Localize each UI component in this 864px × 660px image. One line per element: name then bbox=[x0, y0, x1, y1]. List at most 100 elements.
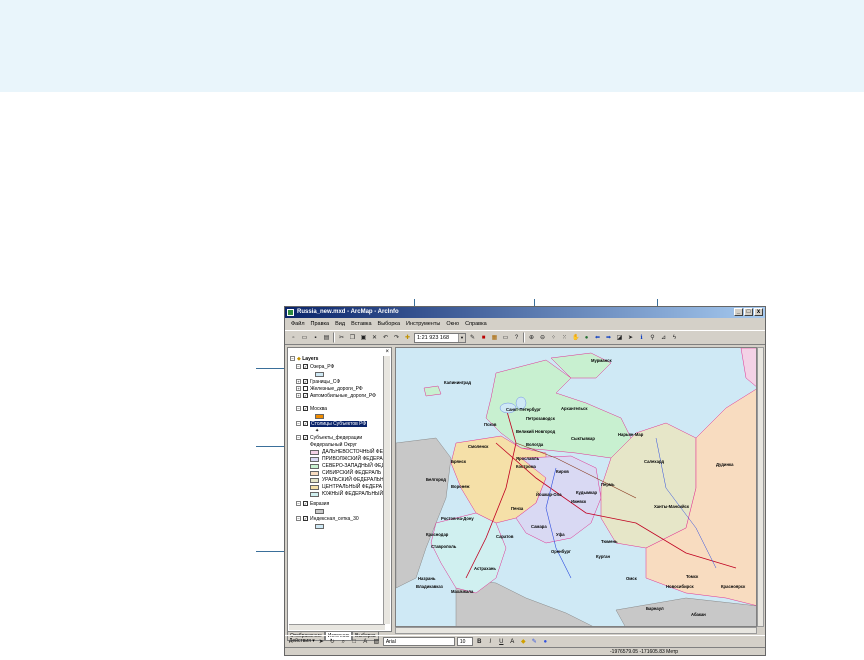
toc-layer-railways[interactable]: + Железные_дороги_РФ bbox=[296, 386, 363, 393]
zoom-out-icon[interactable]: ⊖ bbox=[538, 333, 547, 342]
drawing-menu[interactable]: Действия ▾ bbox=[289, 638, 315, 644]
font-color-icon[interactable]: A bbox=[508, 637, 517, 646]
toc-root[interactable]: − ◆ Layers bbox=[290, 356, 318, 363]
toc-layer-moscow[interactable]: − ✓ Москва bbox=[296, 406, 327, 413]
rectangle-icon[interactable]: □ bbox=[350, 637, 359, 646]
fixed-zoom-in-icon[interactable]: ⁘ bbox=[549, 333, 558, 342]
arcmap-window: Russia_new.mxd - ArcMap - ArcInfo _ □ x … bbox=[284, 306, 766, 656]
collapse-icon[interactable]: − bbox=[290, 356, 295, 362]
cut-icon[interactable]: ✂ bbox=[337, 333, 346, 342]
collapse-icon[interactable]: − bbox=[296, 501, 301, 507]
italic-button[interactable]: I bbox=[486, 637, 495, 646]
capital-symbol-icon: ✦ bbox=[315, 428, 320, 434]
checkbox-icon[interactable] bbox=[303, 386, 308, 392]
collapse-icon[interactable]: − bbox=[296, 406, 301, 412]
expand-icon[interactable]: + bbox=[296, 393, 301, 399]
catalog-icon[interactable]: ▦ bbox=[490, 333, 499, 342]
pan-icon[interactable]: ✋ bbox=[571, 333, 580, 342]
checkbox-icon[interactable]: ✓ bbox=[303, 501, 308, 507]
text-icon[interactable]: A bbox=[361, 637, 370, 646]
new-icon[interactable]: ▫ bbox=[289, 333, 298, 342]
select-elements-icon[interactable]: ➤ bbox=[317, 637, 326, 646]
find-icon[interactable]: ⚲ bbox=[648, 333, 657, 342]
zoom-in-icon[interactable]: ⊕ bbox=[527, 333, 536, 342]
measure-icon[interactable]: ⊿ bbox=[659, 333, 668, 342]
add-data-icon[interactable]: ✚ bbox=[403, 333, 412, 342]
zoom-page-icon[interactable]: ⌕ bbox=[339, 637, 348, 646]
toc-layer-grid[interactable]: − ✓ Индексная_сетка_30 bbox=[296, 516, 359, 523]
city-label: Кудымкар bbox=[576, 490, 598, 495]
checkbox-icon[interactable]: ✓ bbox=[303, 406, 308, 412]
expand-icon[interactable]: + bbox=[296, 386, 301, 392]
menu-view[interactable]: Вид bbox=[333, 319, 347, 329]
close-button[interactable]: x bbox=[754, 308, 763, 316]
delete-icon[interactable]: ✕ bbox=[370, 333, 379, 342]
chevron-down-icon[interactable]: ▼ bbox=[458, 333, 465, 342]
toc-layer-eurasia[interactable]: − ✓ Евразия bbox=[296, 501, 329, 508]
back-icon[interactable]: ⬅ bbox=[593, 333, 602, 342]
expand-icon[interactable]: + bbox=[296, 379, 301, 385]
select-elements-icon[interactable]: ➤ bbox=[626, 333, 635, 342]
checkbox-icon[interactable]: ✓ bbox=[303, 435, 308, 441]
paste-icon[interactable]: ▣ bbox=[359, 333, 368, 342]
menu-tools[interactable]: Инструменты bbox=[404, 319, 442, 329]
map-horizontal-scrollbar[interactable] bbox=[395, 627, 757, 634]
print-icon[interactable]: ▤ bbox=[322, 333, 331, 342]
select-features-icon[interactable]: ◪ bbox=[615, 333, 624, 342]
collapse-icon[interactable]: − bbox=[296, 435, 301, 441]
fill-color-icon[interactable]: ◆ bbox=[519, 637, 528, 646]
menu-window[interactable]: Окно bbox=[444, 319, 461, 329]
font-select[interactable]: Arial bbox=[382, 636, 455, 646]
menu-help[interactable]: Справка bbox=[463, 319, 489, 329]
toc-layer-roads[interactable]: + ✓ Автомобильные_дороги_РФ bbox=[296, 393, 376, 400]
underline-button[interactable]: U bbox=[497, 637, 506, 646]
toc-horizontal-scrollbar[interactable] bbox=[289, 624, 385, 630]
checkbox-icon[interactable]: ✓ bbox=[303, 379, 308, 385]
collapse-icon[interactable]: − bbox=[296, 421, 301, 427]
open-icon[interactable]: ▭ bbox=[300, 333, 309, 342]
toolbar-separator bbox=[523, 332, 525, 343]
picture-icon[interactable]: ▨ bbox=[372, 637, 381, 646]
save-icon[interactable]: ▪ bbox=[311, 333, 320, 342]
font-size-select[interactable]: 10 bbox=[456, 636, 473, 646]
help-icon[interactable]: ? bbox=[512, 333, 521, 342]
toc-layer-lakes[interactable]: − ✓ Озера_РФ bbox=[296, 364, 334, 371]
hyperlink-icon[interactable]: ϟ bbox=[670, 333, 679, 342]
menu-file[interactable]: Файл bbox=[289, 319, 307, 329]
collapse-icon[interactable]: − bbox=[296, 516, 301, 522]
toc-vertical-scrollbar[interactable] bbox=[383, 356, 390, 624]
redo-icon[interactable]: ↷ bbox=[392, 333, 401, 342]
toc-layer-subjects[interactable]: − ✓ Субъекты_федерации bbox=[296, 435, 362, 442]
checkbox-icon[interactable]: ✓ bbox=[303, 393, 308, 399]
toc-layer-borders[interactable]: + ✓ Границы_СФ bbox=[296, 379, 340, 386]
map-canvas[interactable]: Мурманск Калининград Санкт-Петербург Арх… bbox=[396, 348, 757, 627]
forward-icon[interactable]: ➡ bbox=[604, 333, 613, 342]
command-line-icon[interactable]: ▭ bbox=[501, 333, 510, 342]
map-vertical-scrollbar[interactable] bbox=[757, 347, 764, 627]
rotate-icon[interactable]: ↻ bbox=[328, 637, 337, 646]
scale-box[interactable]: 1:21 923 168 ▼ bbox=[414, 332, 466, 343]
checkbox-icon[interactable]: ✓ bbox=[303, 421, 308, 427]
line-color-icon[interactable]: ✎ bbox=[530, 637, 539, 646]
close-icon[interactable]: × bbox=[385, 349, 389, 355]
menu-insert[interactable]: Вставка bbox=[349, 319, 373, 329]
marker-color-icon[interactable]: ● bbox=[541, 637, 550, 646]
arctoolbox-icon[interactable]: ■ bbox=[479, 333, 488, 342]
full-extent-icon[interactable]: ● bbox=[582, 333, 591, 342]
copy-icon[interactable]: ❐ bbox=[348, 333, 357, 342]
maximize-button[interactable]: □ bbox=[744, 308, 753, 316]
editor-icon[interactable]: ✎ bbox=[468, 333, 477, 342]
bold-button[interactable]: B bbox=[475, 637, 484, 646]
checkbox-icon[interactable]: ✓ bbox=[303, 364, 308, 370]
identify-icon[interactable]: ℹ bbox=[637, 333, 646, 342]
fixed-zoom-out-icon[interactable]: ⁙ bbox=[560, 333, 569, 342]
city-label: Брянск bbox=[451, 459, 467, 464]
collapse-icon[interactable]: − bbox=[296, 364, 301, 370]
minimize-button[interactable]: _ bbox=[734, 308, 743, 316]
menu-selection[interactable]: Выборка bbox=[376, 319, 402, 329]
checkbox-icon[interactable]: ✓ bbox=[303, 516, 308, 522]
map-view[interactable]: Мурманск Калининград Санкт-Петербург Арх… bbox=[395, 347, 757, 627]
menu-edit[interactable]: Правка bbox=[309, 319, 332, 329]
toc-layer-capitals[interactable]: − ✓ Столицы Субъектов РФ bbox=[296, 421, 368, 428]
undo-icon[interactable]: ↶ bbox=[381, 333, 390, 342]
